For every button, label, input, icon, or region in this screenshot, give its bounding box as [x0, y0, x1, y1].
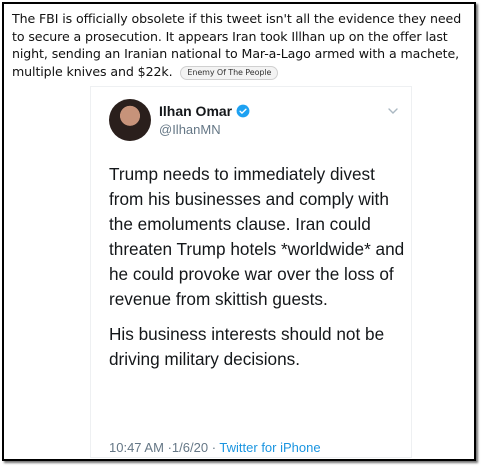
- chevron-down-icon[interactable]: [387, 105, 399, 117]
- tweet-metadata: 10:47 AM ·1/6/20 · Twitter for iPhone: [109, 440, 321, 455]
- author-name-row: Ilhan Omar: [159, 103, 250, 119]
- tweet-source-link[interactable]: Twitter for iPhone: [219, 440, 320, 455]
- post-caption: The FBI is officially obsolete if this t…: [12, 10, 474, 80]
- author-name[interactable]: Ilhan Omar: [159, 103, 232, 119]
- tweet-time[interactable]: 10:47 AM: [109, 440, 164, 455]
- embedded-tweet: Ilhan Omar @IlhanMN Trump needs to immed…: [90, 86, 412, 458]
- tweet-body: Trump needs to immediately divest from h…: [109, 162, 405, 372]
- screenshot-frame: The FBI is officially obsolete if this t…: [2, 2, 476, 461]
- user-flair-badge: Enemy Of The People: [180, 65, 279, 80]
- author-handle[interactable]: @IlhanMN: [159, 122, 221, 137]
- verified-badge-icon: [236, 104, 250, 118]
- tweet-paragraph: Trump needs to immediately divest from h…: [109, 164, 405, 309]
- avatar[interactable]: [109, 99, 151, 141]
- tweet-paragraph: His business interests should not be dri…: [109, 324, 385, 369]
- tweet-date[interactable]: 1/6/20: [172, 440, 208, 455]
- meta-separator: ·: [211, 440, 217, 455]
